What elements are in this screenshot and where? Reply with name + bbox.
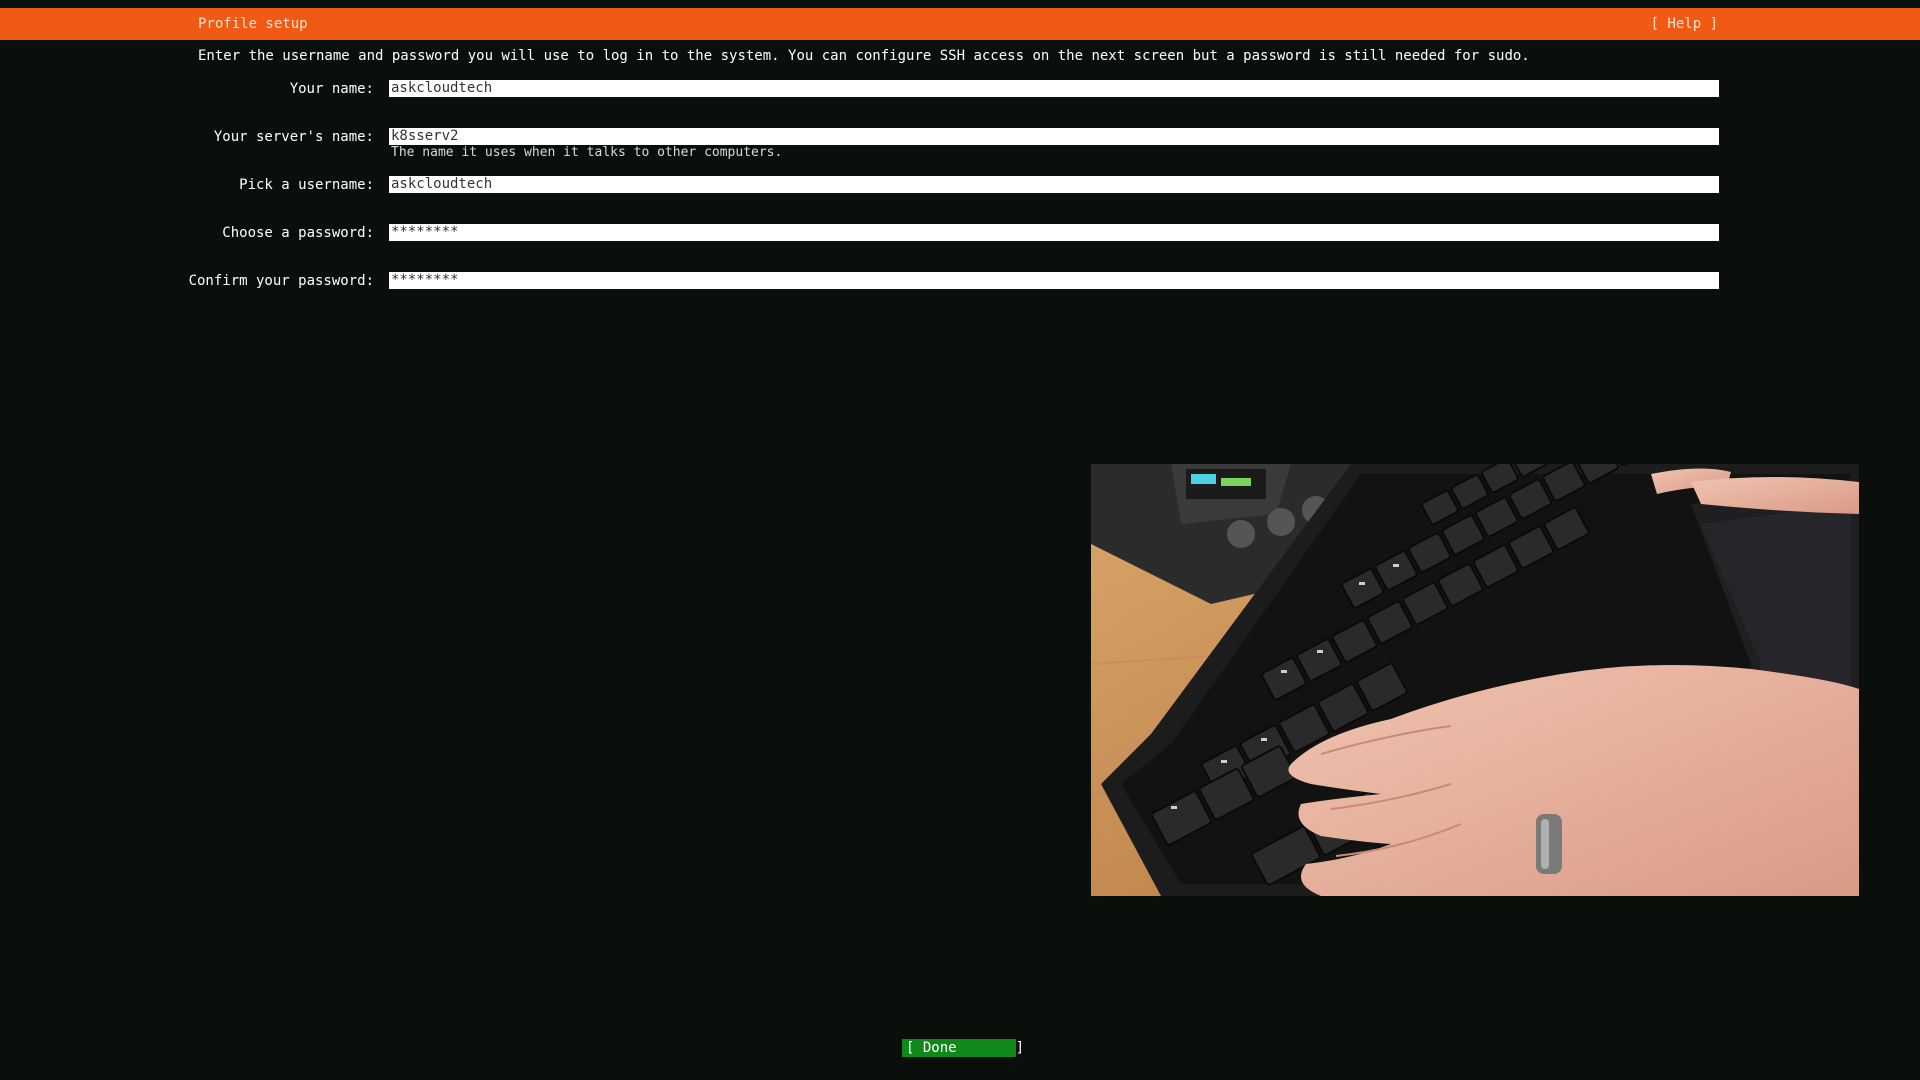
server-name-row: Your server's name: — [0, 128, 1920, 146]
username-label: Pick a username: — [239, 177, 374, 193]
confirm-password-label: Confirm your password: — [188, 273, 374, 289]
done-button[interactable]: [ Done ] — [902, 1039, 1024, 1057]
server-name-field[interactable] — [389, 128, 1719, 145]
header-bar: Profile setup [ Help ] — [0, 8, 1920, 40]
confirm-password-row: Confirm your password: — [0, 272, 1920, 290]
installer-screen: Profile setup [ Help ] Enter the usernam… — [0, 0, 1920, 1080]
password-label: Choose a password: — [222, 225, 374, 241]
your-name-label: Your name: — [289, 81, 374, 97]
help-button[interactable]: [ Help ] — [1651, 8, 1718, 40]
webcam-overlay — [1091, 464, 1859, 896]
keyboard-hand-image — [1091, 464, 1859, 896]
server-name-label: Your server's name: — [213, 129, 374, 145]
page-title: Profile setup — [198, 16, 308, 32]
intro-text: Enter the username and password you will… — [198, 48, 1530, 64]
top-band — [0, 0, 1920, 8]
server-name-hint: The name it uses when it talks to other … — [391, 145, 783, 160]
username-row: Pick a username: — [0, 176, 1920, 194]
your-name-row: Your name: — [0, 80, 1920, 98]
username-field[interactable] — [389, 176, 1719, 193]
your-name-field[interactable] — [389, 80, 1719, 97]
password-row: Choose a password: — [0, 224, 1920, 242]
confirm-password-field[interactable] — [389, 272, 1719, 289]
password-field[interactable] — [389, 224, 1719, 241]
